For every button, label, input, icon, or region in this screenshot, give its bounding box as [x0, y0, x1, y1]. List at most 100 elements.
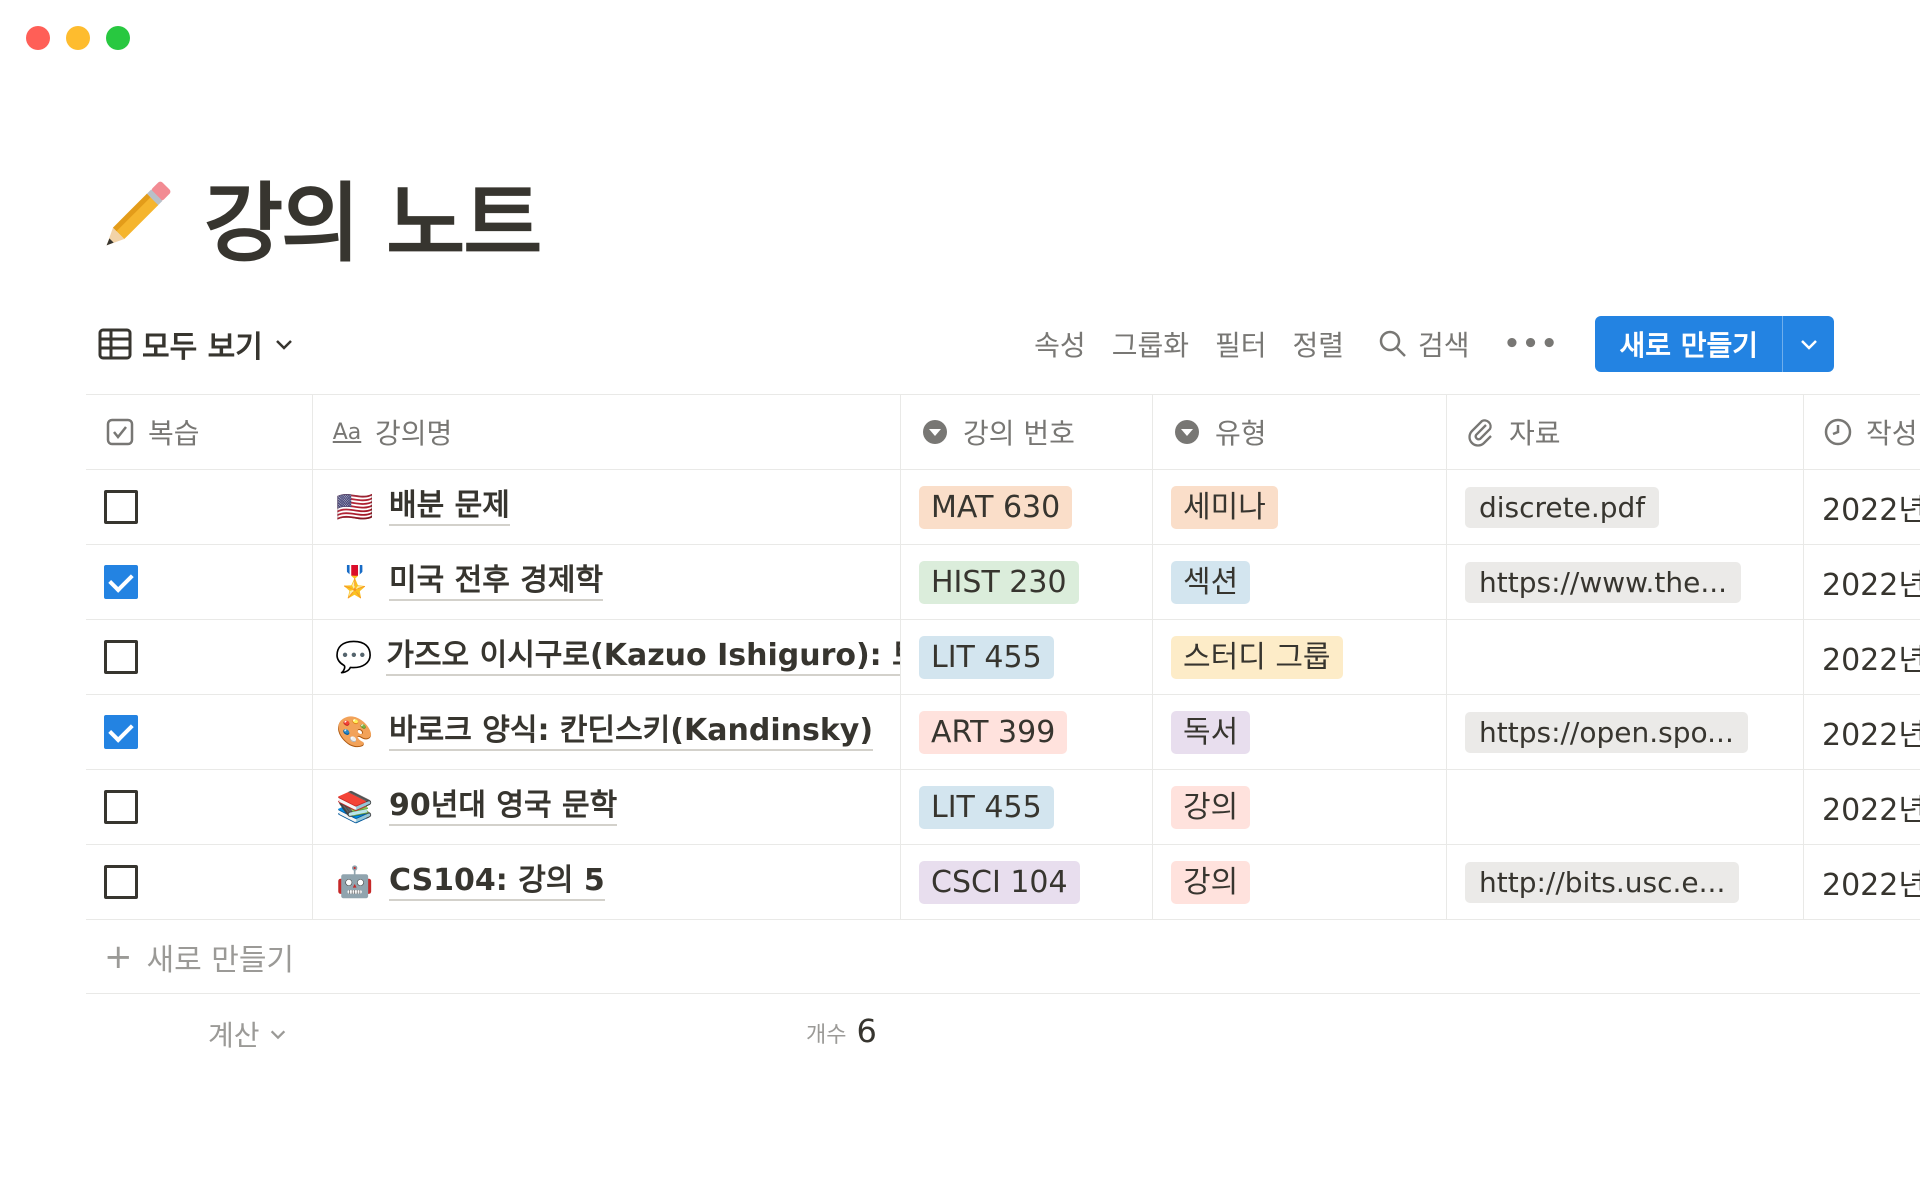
lecture-name-link[interactable]: 미국 전후 경제학	[389, 563, 604, 601]
created-cell[interactable]: 2022년	[1804, 845, 1920, 919]
column-header-name[interactable]: Aa 강의명	[313, 395, 901, 469]
new-item-dropdown-button[interactable]	[1782, 316, 1834, 372]
zoom-window-button[interactable]	[106, 26, 130, 50]
course-number-tag: LIT 455	[919, 785, 1054, 829]
new-item-button[interactable]: 새로 만들기	[1595, 316, 1782, 372]
created-date: 2022년	[1822, 493, 1920, 528]
name-cell[interactable]: 🇺🇸 배분 문제	[313, 470, 901, 544]
column-header-type[interactable]: 유형	[1153, 395, 1447, 469]
material-link[interactable]: discrete.pdf	[1465, 486, 1660, 528]
new-item-button-group: 새로 만들기	[1595, 316, 1834, 372]
table-row[interactable]: 🤖 CS104: 강의 5 CSCI 104 강의 http://bits.usc.e.…	[86, 845, 1920, 920]
page-emoji-icon[interactable]: 📚	[335, 790, 375, 825]
course-number-cell[interactable]: HIST 230	[901, 545, 1153, 619]
lecture-name-link[interactable]: 배분 문제	[389, 488, 510, 526]
page-emoji-icon[interactable]: 🎨	[335, 715, 375, 750]
review-checkbox[interactable]	[104, 865, 138, 899]
name-cell[interactable]: 🤖 CS104: 강의 5	[313, 845, 901, 919]
page-title[interactable]: 강의 노트	[204, 153, 542, 278]
created-cell[interactable]: 2022년	[1804, 620, 1920, 694]
column-label: 강의 번호	[963, 417, 1075, 450]
count-label: 개수	[806, 1023, 847, 1048]
course-number-cell[interactable]: ART 399	[901, 695, 1153, 769]
type-tag: 섹션	[1171, 560, 1251, 604]
materials-cell[interactable]: http://bits.usc.e...	[1447, 845, 1804, 919]
table-row[interactable]: 📚 90년대 영국 문학 LIT 455 강의 2022년	[86, 770, 1920, 845]
search-label: 검색	[1418, 329, 1470, 362]
add-row-button[interactable]: + 새로 만들기	[86, 920, 1920, 994]
materials-cell[interactable]	[1447, 620, 1804, 694]
count-value: 6	[856, 1012, 877, 1050]
table-row[interactable]: 🎨 바로크 양식: 칸딘스키(Kandinsky) ART 399 독서 https:/…	[86, 695, 1920, 770]
material-link[interactable]: https://open.spo...	[1465, 711, 1748, 753]
column-header-review[interactable]: 복습	[86, 395, 313, 469]
created-cell[interactable]: 2022년	[1804, 470, 1920, 544]
table-row[interactable]: 💬 가즈오 이시구로(Kazuo Ishiguro): 토론 LIT 455 스터디 …	[86, 620, 1920, 695]
materials-cell[interactable]: https://open.spo...	[1447, 695, 1804, 769]
filter-button[interactable]: 필터	[1215, 324, 1267, 364]
properties-button[interactable]: 속성	[1034, 324, 1086, 364]
page-emoji-icon[interactable]: 🤖	[335, 865, 375, 900]
materials-cell[interactable]: discrete.pdf	[1447, 470, 1804, 544]
column-header-course-number[interactable]: 강의 번호	[901, 395, 1153, 469]
column-header-created[interactable]: 작성	[1804, 395, 1920, 469]
type-cell[interactable]: 독서	[1153, 695, 1447, 769]
search-icon	[1379, 330, 1406, 357]
group-button[interactable]: 그룹화	[1112, 324, 1189, 364]
type-tag: 세미나	[1171, 485, 1278, 529]
review-cell	[86, 470, 313, 544]
materials-cell[interactable]	[1447, 770, 1804, 844]
review-checkbox[interactable]	[104, 790, 138, 824]
more-options-button[interactable]: •••	[1504, 329, 1560, 359]
page-emoji-icon[interactable]: 🇺🇸	[335, 490, 375, 525]
review-checkbox[interactable]	[104, 640, 138, 674]
lecture-name-link[interactable]: 가즈오 이시구로(Kazuo Ishiguro): 토론	[386, 638, 900, 676]
table-row[interactable]: 🎖️ 미국 전후 경제학 HIST 230 섹션 https://www.the... 2…	[86, 545, 1920, 620]
name-cell[interactable]: 🎖️ 미국 전후 경제학	[313, 545, 901, 619]
search-button[interactable]: 검색	[1378, 324, 1470, 364]
calculate-button[interactable]: 계산	[208, 1014, 288, 1054]
created-cell[interactable]: 2022년	[1804, 770, 1920, 844]
column-header-materials[interactable]: 자료	[1447, 395, 1804, 469]
page-emoji-icon[interactable]: 💬	[335, 640, 372, 675]
review-cell	[86, 695, 313, 769]
table-row[interactable]: 🇺🇸 배분 문제 MAT 630 세미나 discrete.pdf 2022년	[86, 470, 1920, 545]
course-number-cell[interactable]: MAT 630	[901, 470, 1153, 544]
course-number-cell[interactable]: LIT 455	[901, 770, 1153, 844]
column-label: 유형	[1215, 417, 1267, 450]
name-cell[interactable]: 💬 가즈오 이시구로(Kazuo Ishiguro): 토론	[313, 620, 901, 694]
created-date: 2022년	[1822, 718, 1920, 753]
course-number-cell[interactable]: CSCI 104	[901, 845, 1153, 919]
materials-cell[interactable]: https://www.the...	[1447, 545, 1804, 619]
minimize-window-button[interactable]	[66, 26, 90, 50]
sort-button[interactable]: 정렬	[1293, 324, 1345, 364]
page-emoji-icon[interactable]: 🎖️	[335, 565, 375, 600]
review-checkbox[interactable]	[104, 715, 138, 749]
lecture-name-link[interactable]: 바로크 양식: 칸딘스키(Kandinsky)	[389, 713, 874, 751]
material-link[interactable]: http://bits.usc.e...	[1465, 861, 1740, 903]
row-count[interactable]: 개수 6	[806, 1012, 877, 1050]
review-checkbox[interactable]	[104, 565, 138, 599]
course-number-tag: HIST 230	[919, 560, 1079, 604]
course-number-tag: LIT 455	[919, 635, 1054, 679]
view-label: 모두 보기	[142, 330, 263, 365]
created-cell[interactable]: 2022년	[1804, 545, 1920, 619]
type-cell[interactable]: 강의	[1153, 770, 1447, 844]
name-cell[interactable]: 🎨 바로크 양식: 칸딘스키(Kandinsky)	[313, 695, 901, 769]
text-aa-icon: Aa	[332, 419, 362, 445]
type-cell[interactable]: 세미나	[1153, 470, 1447, 544]
course-number-cell[interactable]: LIT 455	[901, 620, 1153, 694]
type-cell[interactable]: 스터디 그룹	[1153, 620, 1447, 694]
type-cell[interactable]: 섹션	[1153, 545, 1447, 619]
window-controls	[26, 26, 130, 50]
lecture-name-link[interactable]: 90년대 영국 문학	[389, 788, 618, 826]
material-link[interactable]: https://www.the...	[1465, 561, 1742, 603]
view-switcher[interactable]: 모두 보기	[98, 316, 295, 372]
lecture-name-link[interactable]: CS104: 강의 5	[389, 863, 605, 901]
name-cell[interactable]: 📚 90년대 영국 문학	[313, 770, 901, 844]
type-cell[interactable]: 강의	[1153, 845, 1447, 919]
created-cell[interactable]: 2022년	[1804, 695, 1920, 769]
review-checkbox[interactable]	[104, 490, 138, 524]
pencil-icon[interactable]	[92, 170, 182, 260]
close-window-button[interactable]	[26, 26, 50, 50]
